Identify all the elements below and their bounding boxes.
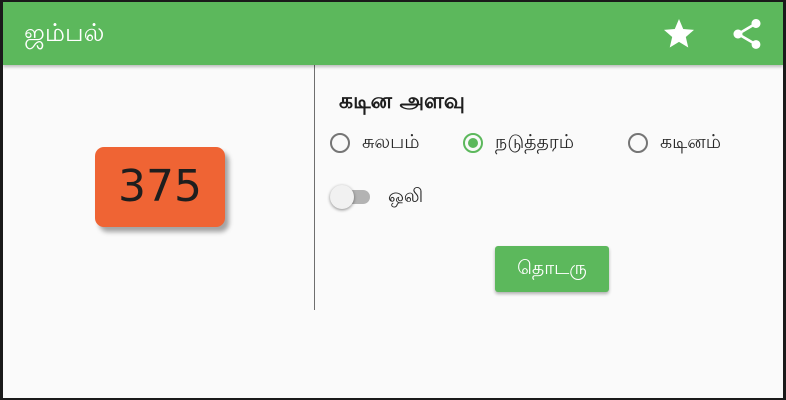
share-icon (733, 19, 761, 49)
difficulty-title: கடின அளவு (339, 89, 465, 114)
difficulty-option-easy[interactable]: சுலபம் (330, 126, 420, 160)
sound-setting: ஒலி (330, 180, 423, 214)
difficulty-option-hard[interactable]: கடினம் (628, 126, 721, 160)
difficulty-option-label: சுலபம் (362, 130, 420, 153)
share-button[interactable] (727, 14, 767, 54)
difficulty-option-medium[interactable]: நடுத்தரம் (463, 126, 574, 160)
radio-checked-icon[interactable] (463, 133, 483, 153)
settings-pane: கடின அளவு சுலபம் நடுத்தரம் கடினம் ஒலி தொ… (315, 65, 783, 310)
sound-label: ஒலி (388, 184, 424, 207)
app-title: ஜம்பல் (24, 18, 105, 47)
app-bar: ஜம்பல் (3, 2, 783, 65)
favorite-button[interactable] (659, 14, 699, 54)
score-value: 375 (118, 161, 202, 212)
star-icon (664, 19, 694, 48)
score-badge: 375 (95, 147, 225, 227)
continue-button[interactable]: தொடரு (495, 246, 609, 292)
score-pane: 375 (3, 65, 314, 310)
app-screen: ஜம்பல் 375 கடின அளவு சுலபம் நடுத்தரம் கட… (3, 2, 783, 398)
switch-thumb (330, 185, 354, 209)
radio-unchecked-icon[interactable] (330, 133, 350, 153)
sound-toggle[interactable] (330, 185, 374, 209)
difficulty-option-label: நடுத்தரம் (495, 130, 575, 153)
radio-unchecked-icon[interactable] (628, 133, 648, 153)
difficulty-option-label: கடினம் (660, 130, 721, 153)
